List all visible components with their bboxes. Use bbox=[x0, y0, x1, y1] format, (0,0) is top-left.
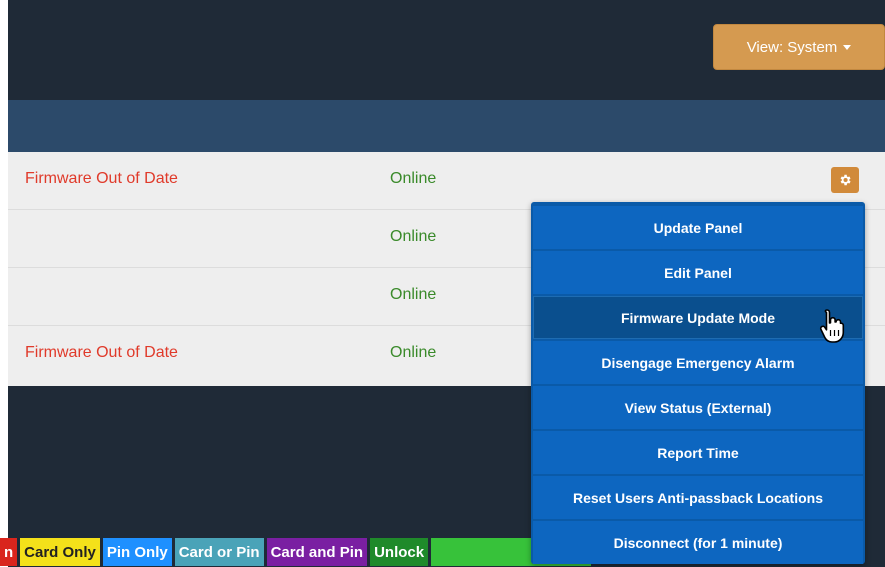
menu-item-reset-antipassback[interactable]: Reset Users Anti-passback Locations bbox=[533, 476, 863, 519]
top-toolbar: View: System bbox=[8, 0, 885, 100]
menu-item-disconnect[interactable]: Disconnect (for 1 minute) bbox=[533, 521, 863, 564]
firmware-status: Firmware Out of Date bbox=[25, 170, 178, 187]
caret-down-icon bbox=[843, 44, 852, 50]
legend-item: Pin Only bbox=[102, 538, 172, 566]
row-actions-button[interactable] bbox=[831, 167, 859, 193]
connection-status: Online bbox=[390, 344, 437, 361]
firmware-status: Firmware Out of Date bbox=[25, 344, 178, 361]
table-header bbox=[8, 100, 885, 152]
menu-item-report-time[interactable]: Report Time bbox=[533, 431, 863, 474]
legend-item: n bbox=[0, 538, 18, 566]
menu-item-disengage-emergency-alarm[interactable]: Disengage Emergency Alarm bbox=[533, 341, 863, 384]
menu-item-edit-panel[interactable]: Edit Panel bbox=[533, 251, 863, 294]
view-system-dropdown-button[interactable]: View: System bbox=[713, 24, 885, 70]
menu-item-update-panel[interactable]: Update Panel bbox=[533, 206, 863, 249]
legend-item: Unlock bbox=[370, 538, 429, 566]
connection-status: Online bbox=[390, 170, 437, 187]
legend-item: Card Only bbox=[20, 538, 100, 566]
view-button-label: View: System bbox=[746, 38, 838, 56]
legend-item: Card and Pin bbox=[266, 538, 368, 566]
mode-legend: n Card Only Pin Only Card or Pin Card an… bbox=[0, 538, 594, 566]
hand-pointer-icon bbox=[819, 309, 845, 343]
gear-icon bbox=[840, 174, 851, 186]
connection-status: Online bbox=[390, 286, 437, 303]
connection-status: Online bbox=[390, 228, 437, 245]
legend-item: Card or Pin bbox=[174, 538, 264, 566]
panel-actions-menu: Update Panel Edit Panel Firmware Update … bbox=[531, 202, 865, 564]
menu-item-firmware-update-mode[interactable]: Firmware Update Mode bbox=[533, 296, 863, 339]
menu-item-view-status-external[interactable]: View Status (External) bbox=[533, 386, 863, 429]
